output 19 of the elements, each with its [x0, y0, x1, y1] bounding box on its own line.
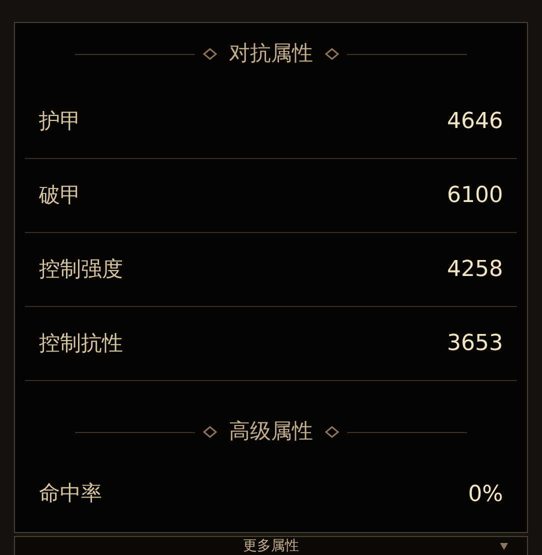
stat-value: 0% — [468, 480, 503, 508]
stat-value: 3653 — [447, 330, 503, 358]
caret-icon — [499, 541, 509, 551]
stat-value: 6100 — [447, 182, 503, 210]
ornament-icon — [203, 426, 217, 438]
stat-label: 护甲 — [39, 108, 81, 135]
ornament-icon — [203, 48, 217, 60]
footer-bar[interactable]: 更多属性 — [14, 536, 528, 555]
ornament-icon — [325, 48, 339, 60]
stat-label: 破甲 — [39, 182, 81, 209]
stat-value: 4646 — [447, 108, 503, 136]
section-title: 高级属性 — [228, 418, 314, 446]
stat-label: 控制强度 — [39, 256, 123, 283]
stat-value: 4258 — [447, 256, 503, 284]
stat-label: 命中率 — [39, 480, 102, 508]
stat-label: 控制抗性 — [39, 330, 123, 357]
section-title: 对抗属性 — [228, 40, 314, 68]
footer-label: 更多属性 — [243, 539, 299, 553]
ornament-icon — [325, 426, 339, 438]
